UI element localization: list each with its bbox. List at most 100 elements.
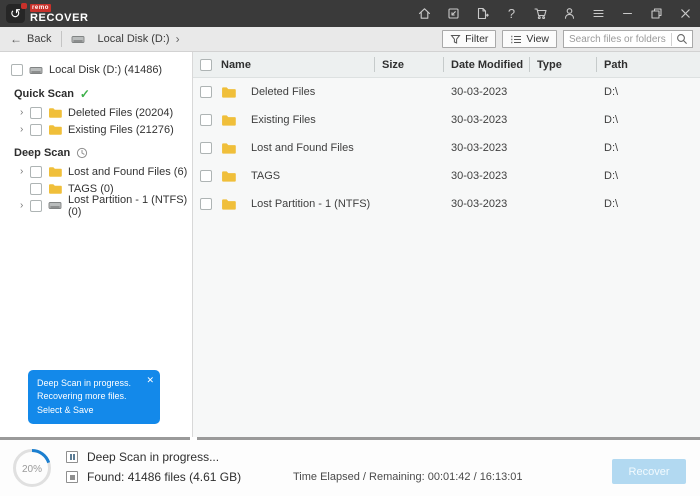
file-path: D:\ — [604, 142, 619, 154]
open-file-icon — [477, 7, 489, 20]
stop-button[interactable] — [66, 471, 78, 483]
open-file-button[interactable] — [468, 0, 497, 27]
brand-name-big: RECOVER — [30, 11, 89, 24]
home-icon — [418, 8, 431, 19]
folder-icon — [221, 170, 236, 182]
tree-item-label: Existing Files (21276) — [68, 123, 174, 136]
back-label: Back — [27, 33, 52, 45]
file-name: Existing Files — [251, 114, 316, 126]
menu-button[interactable] — [584, 0, 613, 27]
titlebar-actions: ? — [410, 0, 700, 27]
row-checkbox[interactable] — [200, 142, 212, 154]
tree-item-existing-files[interactable]: › Existing Files (21276) — [0, 121, 192, 138]
filter-button[interactable]: Filter — [442, 30, 497, 48]
restore-button[interactable] — [642, 0, 671, 27]
column-header-date-modified[interactable]: Date Modified — [443, 52, 529, 77]
column-header-size[interactable]: Size — [374, 52, 443, 77]
breadcrumb-label: Local Disk (D:) — [97, 33, 170, 45]
account-button[interactable] — [555, 0, 584, 27]
back-button[interactable]: ← Back — [0, 32, 61, 46]
table-row[interactable]: Existing Files 30-03-2023 D:\ — [193, 106, 700, 134]
tree-item-label: Deleted Files (20204) — [68, 106, 174, 119]
recover-button[interactable]: Recover — [612, 459, 686, 484]
close-icon — [681, 9, 690, 18]
chevron-expand-icon[interactable]: › — [20, 107, 30, 118]
help-button[interactable]: ? — [497, 0, 526, 27]
help-icon: ? — [507, 6, 516, 21]
lost-partition-checkbox[interactable] — [30, 199, 42, 212]
drive-icon — [48, 200, 62, 211]
minimize-icon — [622, 12, 633, 15]
chevron-expand-icon[interactable]: › — [20, 166, 30, 177]
tree-item-deleted-files[interactable]: › Deleted Files (20204) — [0, 104, 192, 121]
column-header-path[interactable]: Path — [596, 52, 700, 77]
minimize-button[interactable] — [613, 0, 642, 27]
close-button[interactable] — [671, 0, 700, 27]
select-all-checkbox[interactable] — [200, 58, 212, 71]
lost-and-found-checkbox[interactable] — [30, 165, 42, 178]
pause-button[interactable] — [66, 451, 78, 463]
file-list-panel: Name Size Date Modified Type Path Delete… — [193, 52, 700, 437]
list-view-icon — [511, 35, 522, 43]
filter-icon — [450, 34, 461, 44]
toast-close-icon[interactable]: ✕ — [146, 374, 154, 388]
file-date: 30-03-2023 — [451, 198, 508, 210]
row-checkbox[interactable] — [200, 86, 212, 98]
search-icon[interactable] — [676, 33, 688, 45]
chevron-expand-icon[interactable]: › — [20, 124, 30, 135]
back-arrow-icon: ← — [10, 32, 22, 46]
deep-scan-label: Deep Scan — [14, 146, 71, 159]
home-button[interactable] — [410, 0, 439, 27]
toast-line-1: Deep Scan in progress. — [37, 377, 132, 388]
column-label: Type — [537, 58, 562, 71]
column-header-name[interactable]: Name — [193, 52, 374, 77]
column-label: Date Modified — [451, 58, 524, 71]
breadcrumb[interactable]: Local Disk (D:) › — [62, 32, 188, 46]
file-path: D:\ — [604, 170, 619, 182]
tree-item-lost-partition[interactable]: › Lost Partition - 1 (NTFS) (0) — [0, 194, 192, 218]
row-checkbox[interactable] — [200, 198, 212, 210]
column-label: Path — [604, 58, 628, 71]
hamburger-menu-icon — [593, 9, 604, 18]
table-row[interactable]: Lost and Found Files 30-03-2023 D:\ — [193, 134, 700, 162]
brand-arrow-icon: ↺ — [10, 6, 21, 21]
table-row[interactable]: Deleted Files 30-03-2023 D:\ — [193, 78, 700, 106]
view-label: View — [526, 33, 549, 45]
search-input[interactable] — [564, 33, 671, 45]
folder-icon — [221, 198, 236, 210]
title-bar: ↺ remo RECOVER ? — [0, 0, 700, 27]
quick-scan-label: Quick Scan — [14, 87, 74, 100]
view-button[interactable]: View — [502, 30, 557, 48]
brand-text: remo RECOVER — [30, 3, 89, 24]
resume-session-icon — [448, 8, 459, 19]
deleted-files-checkbox[interactable] — [30, 106, 42, 119]
buy-button[interactable] — [526, 0, 555, 27]
chevron-right-icon[interactable]: › — [176, 32, 180, 46]
tags-checkbox[interactable] — [30, 182, 42, 195]
tree-item-lost-and-found[interactable]: › Lost and Found Files (6) — [0, 163, 192, 180]
folder-icon — [48, 107, 62, 118]
tree-item-label: Lost Partition - 1 (NTFS) (0) — [68, 193, 188, 218]
file-path: D:\ — [604, 86, 619, 98]
scan-tree-sidebar: Local Disk (D:) (41486) Quick Scan ✓ › D… — [0, 52, 193, 437]
scan-status-text: Deep Scan in progress... — [87, 450, 220, 464]
file-date: 30-03-2023 — [451, 170, 508, 182]
drive-icon — [29, 65, 43, 76]
local-disk-checkbox[interactable] — [11, 64, 23, 76]
table-row[interactable]: TAGS 30-03-2023 D:\ — [193, 162, 700, 190]
row-checkbox[interactable] — [200, 114, 212, 126]
resume-session-button[interactable] — [439, 0, 468, 27]
row-checkbox[interactable] — [200, 170, 212, 182]
chevron-expand-icon[interactable]: › — [20, 200, 30, 211]
scan-info: Deep Scan in progress... Found: 41486 fi… — [66, 450, 241, 484]
folder-icon — [221, 142, 236, 154]
file-name: Lost Partition - 1 (NTFS) — [251, 198, 371, 210]
file-date: 30-03-2023 — [451, 142, 508, 154]
existing-files-checkbox[interactable] — [30, 123, 42, 136]
tree-item-local-disk[interactable]: Local Disk (D:) (41486) — [0, 61, 192, 79]
column-header-type[interactable]: Type — [529, 52, 596, 77]
cart-icon — [534, 8, 547, 20]
brand-mark-icon: ↺ — [6, 3, 27, 23]
table-row[interactable]: Lost Partition - 1 (NTFS) 30-03-2023 D:\ — [193, 190, 700, 218]
file-date: 30-03-2023 — [451, 114, 508, 126]
